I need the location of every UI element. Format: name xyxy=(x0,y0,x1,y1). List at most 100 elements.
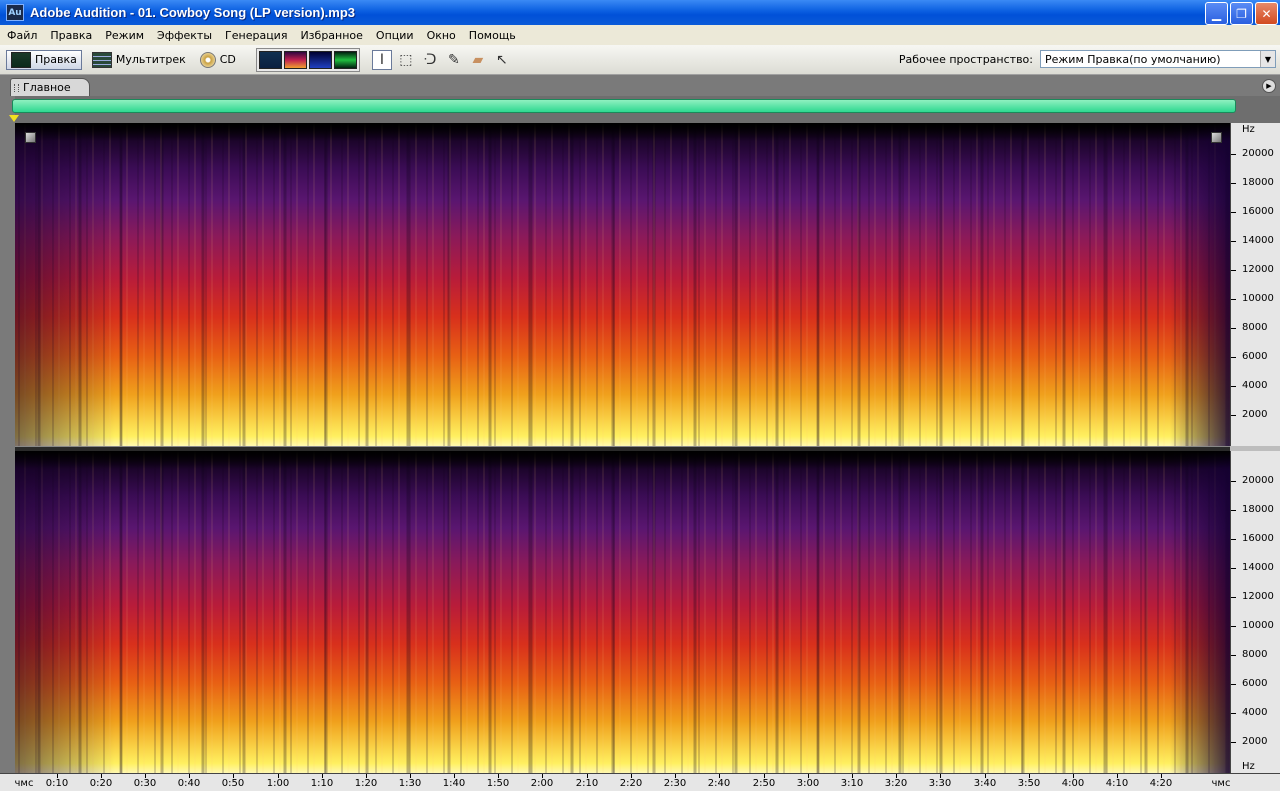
hz-label: 8000 xyxy=(1242,649,1268,660)
waveform-edit-icon xyxy=(11,51,31,68)
minimize-button[interactable]: ▁ xyxy=(1205,2,1228,25)
chevron-down-icon[interactable]: ▼ xyxy=(1260,51,1275,67)
hz-tick xyxy=(1231,684,1236,685)
edit-mode-button[interactable]: Правка xyxy=(6,49,82,70)
hz-label: 10000 xyxy=(1242,620,1274,631)
menu-effects[interactable]: Эффекты xyxy=(150,29,218,42)
time-selection-tool-icon[interactable]: I xyxy=(371,49,392,70)
menu-mode[interactable]: Режим xyxy=(98,29,150,42)
hz-label: 16000 xyxy=(1242,206,1274,217)
hz-label: 4000 xyxy=(1242,707,1268,718)
title-bar: Au Adobe Audition - 01. Cowboy Song (LP … xyxy=(0,0,1280,25)
time-label: 2:40 xyxy=(707,778,731,789)
overview-bar[interactable] xyxy=(12,99,1236,113)
hz-unit-label: Hz xyxy=(1242,761,1255,772)
time-label: 2:20 xyxy=(619,778,643,789)
waveform-view-icon[interactable] xyxy=(258,50,282,69)
hz-tick xyxy=(1231,154,1236,155)
panel-menu-icon[interactable]: ▶ xyxy=(1262,79,1276,93)
hz-tick xyxy=(1231,510,1236,511)
time-label: 1:20 xyxy=(354,778,378,789)
time-unit-label-end: чмс xyxy=(1211,778,1231,789)
menu-window[interactable]: Окно xyxy=(420,29,462,42)
hz-tick xyxy=(1231,357,1236,358)
hz-label: 14000 xyxy=(1242,562,1274,573)
tab-main[interactable]: Главное xyxy=(10,78,90,96)
spectral-frequency-view-icon[interactable] xyxy=(283,50,307,69)
hz-tick xyxy=(1231,597,1236,598)
workspace-select[interactable]: Режим Правка(по умолчанию) ▼ xyxy=(1040,50,1276,68)
time-label: 4:00 xyxy=(1061,778,1085,789)
hz-tick xyxy=(1231,655,1236,656)
time-label: 2:30 xyxy=(663,778,687,789)
time-label: 0:40 xyxy=(177,778,201,789)
view-mode-group xyxy=(255,47,360,72)
time-unit-label-start: чмс xyxy=(14,778,34,789)
menu-options[interactable]: Опции xyxy=(369,29,420,42)
spectral-pan-view-icon[interactable] xyxy=(308,50,332,69)
time-label: 3:30 xyxy=(928,778,952,789)
hz-tick xyxy=(1231,183,1236,184)
hz-tick xyxy=(1231,241,1236,242)
hz-label: 12000 xyxy=(1242,591,1274,602)
fade-out-handle-icon[interactable] xyxy=(1211,132,1222,143)
menu-generate[interactable]: Генерация xyxy=(218,29,293,42)
hz-tick xyxy=(1231,386,1236,387)
workspace-label: Рабочее пространство: xyxy=(898,53,1033,66)
time-label: 3:50 xyxy=(1017,778,1041,789)
hybrid-tool-icon[interactable]: ↖ xyxy=(492,50,512,70)
left-margin xyxy=(0,96,15,773)
close-icon: ✕ xyxy=(1261,6,1272,21)
time-label: 3:40 xyxy=(973,778,997,789)
close-button[interactable]: ✕ xyxy=(1255,2,1278,25)
time-label: 3:00 xyxy=(796,778,820,789)
hz-label: 14000 xyxy=(1242,235,1274,246)
fade-out-region xyxy=(1170,451,1230,773)
time-ruler[interactable]: чмс 0:10 0:20 0:30 0:40 0:50 1:00 1:10 1… xyxy=(0,773,1280,791)
hz-label: 20000 xyxy=(1242,475,1274,486)
hz-tick xyxy=(1231,713,1236,714)
hz-label: 10000 xyxy=(1242,293,1274,304)
brush-tool-icon[interactable]: ✎ xyxy=(444,50,464,70)
playhead-marker-icon[interactable] xyxy=(9,115,19,122)
marquee-tool-icon[interactable]: ⬚ xyxy=(396,50,416,70)
hz-label: 20000 xyxy=(1242,148,1274,159)
menu-favorites[interactable]: Избранное xyxy=(293,29,368,42)
hz-label: 2000 xyxy=(1242,736,1268,747)
maximize-button[interactable]: ❐ xyxy=(1230,2,1253,25)
high-frequency-cutoff xyxy=(15,451,1230,469)
panel-tab-strip: Главное ▶ xyxy=(0,75,1280,96)
cd-mode-label: CD xyxy=(219,53,236,66)
time-label: 1:40 xyxy=(442,778,466,789)
cd-mode-button[interactable]: CD xyxy=(196,50,240,70)
hz-tick xyxy=(1231,212,1236,213)
main-toolbar: Правка Мультитрек CD I ⬚ ᑝ ✎ ▰ ↖ Рабочее… xyxy=(0,45,1280,75)
fade-in-handle-icon[interactable] xyxy=(25,132,36,143)
spectral-phase-view-icon[interactable] xyxy=(333,50,357,69)
hz-tick xyxy=(1231,742,1236,743)
hz-label: 12000 xyxy=(1242,264,1274,275)
grip-icon[interactable] xyxy=(14,84,19,92)
time-label: 3:20 xyxy=(884,778,908,789)
menu-bar: Файл Правка Режим Эффекты Генерация Избр… xyxy=(0,25,1280,45)
spectral-streaks xyxy=(15,123,1230,446)
minimize-icon: ▁ xyxy=(1211,6,1222,21)
spectrogram-channel-right[interactable] xyxy=(15,451,1230,773)
spectrogram-channel-left[interactable] xyxy=(15,123,1230,446)
time-label: 0:20 xyxy=(89,778,113,789)
hz-label: 2000 xyxy=(1242,409,1268,420)
menu-edit[interactable]: Правка xyxy=(43,29,98,42)
high-frequency-cutoff xyxy=(15,123,1230,141)
spot-healing-tool-icon[interactable]: ▰ xyxy=(468,50,488,70)
hz-label: 18000 xyxy=(1242,504,1274,515)
hz-tick xyxy=(1231,626,1236,627)
menu-help[interactable]: Помощь xyxy=(462,29,522,42)
multitrack-mode-button[interactable]: Мультитрек xyxy=(88,50,190,70)
workspace-value: Режим Правка(по умолчанию) xyxy=(1045,52,1221,66)
audition-app-icon[interactable]: Au xyxy=(6,4,24,21)
window-title: Adobe Audition - 01. Cowboy Song (LP ver… xyxy=(30,5,356,20)
menu-file[interactable]: Файл xyxy=(0,29,43,42)
hz-label: 4000 xyxy=(1242,380,1268,391)
time-label: 3:10 xyxy=(840,778,864,789)
lasso-tool-icon[interactable]: ᑝ xyxy=(420,50,440,70)
